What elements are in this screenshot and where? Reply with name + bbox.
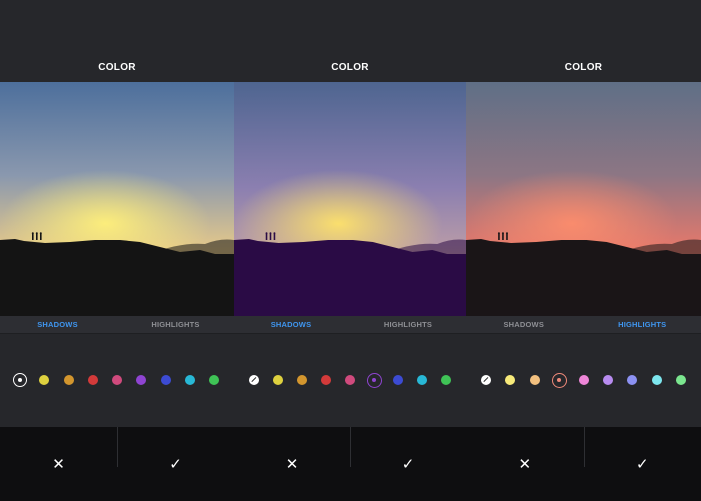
- confirm-button[interactable]: ✓: [117, 427, 234, 501]
- panel-header: COLOR: [234, 0, 466, 82]
- swatch-dot: [18, 378, 22, 382]
- color-swatch[interactable]: [184, 375, 195, 385]
- color-swatch[interactable]: [160, 375, 171, 385]
- slash-mark: [251, 377, 257, 383]
- tone-tabs: SHADOWS HIGHLIGHTS: [0, 316, 234, 333]
- sunset-photo: [0, 82, 234, 316]
- tab-highlights[interactable]: HIGHLIGHTS: [117, 316, 234, 333]
- color-swatch[interactable]: [39, 375, 50, 385]
- color-swatch[interactable]: [393, 375, 403, 385]
- color-swatch[interactable]: [63, 375, 74, 385]
- tab-shadows[interactable]: SHADOWS: [0, 316, 117, 333]
- color-swatch[interactable]: [345, 375, 355, 385]
- color-swatch[interactable]: [209, 375, 219, 385]
- confirm-button[interactable]: ✓: [350, 427, 466, 501]
- tab-shadows[interactable]: SHADOWS: [234, 316, 350, 333]
- color-swatch-row: [466, 334, 701, 427]
- color-swatch-selected[interactable]: [551, 372, 567, 388]
- color-swatch[interactable]: [651, 375, 662, 385]
- checkmark-icon: ✓: [169, 456, 182, 473]
- panel-title: COLOR: [331, 62, 369, 73]
- color-swatch[interactable]: [321, 375, 331, 385]
- color-swatch[interactable]: [112, 375, 122, 385]
- color-swatch[interactable]: [273, 375, 283, 385]
- panel-header: COLOR: [0, 0, 234, 82]
- photo-preview: [0, 82, 234, 316]
- color-swatch[interactable]: [297, 375, 307, 385]
- panel-title: COLOR: [564, 62, 603, 73]
- no-color-icon[interactable]: [249, 375, 259, 385]
- color-swatch[interactable]: [505, 375, 516, 385]
- color-swatch[interactable]: [136, 375, 147, 385]
- color-swatch[interactable]: [676, 375, 686, 385]
- color-swatch[interactable]: [441, 375, 451, 385]
- close-icon: ✕: [52, 456, 65, 473]
- action-bar: ✕ ✓: [0, 427, 234, 501]
- color-swatch[interactable]: [627, 375, 638, 385]
- color-panel-1: COLOR SHADOWS HIGHLIGHTS ✕ ✓: [0, 0, 234, 501]
- panel-header: COLOR: [466, 0, 701, 82]
- sunset-photo: [466, 82, 701, 316]
- color-swatch[interactable]: [602, 375, 613, 385]
- tab-highlights[interactable]: HIGHLIGHTS: [350, 316, 466, 333]
- checkmark-icon: ✓: [635, 456, 649, 473]
- color-panel-3: COLOR SHADOWS HIGHLIGHTS ✕ ✓: [466, 0, 701, 501]
- color-swatch[interactable]: [578, 375, 589, 385]
- swatch-dot: [557, 378, 562, 382]
- color-swatch[interactable]: [417, 375, 427, 385]
- tone-tabs: SHADOWS HIGHLIGHTS: [466, 316, 701, 333]
- color-swatch-selected[interactable]: [13, 373, 27, 387]
- action-bar: ✕ ✓: [466, 427, 701, 501]
- swatch-dot: [372, 378, 376, 382]
- photo-preview: [466, 82, 701, 316]
- color-panel-2: COLOR SHADOWS HIGHLIGHTS ✕ ✓: [234, 0, 466, 501]
- action-bar: ✕ ✓: [234, 427, 466, 501]
- close-icon: ✕: [518, 456, 532, 473]
- slash-mark: [483, 377, 489, 383]
- no-color-icon[interactable]: [481, 375, 491, 385]
- cancel-button[interactable]: ✕: [0, 427, 117, 501]
- checkmark-icon: ✓: [401, 456, 415, 473]
- color-swatch-selected[interactable]: [366, 372, 382, 388]
- color-swatch[interactable]: [529, 375, 540, 385]
- color-swatch[interactable]: [87, 375, 98, 385]
- tone-tabs: SHADOWS HIGHLIGHTS: [234, 316, 466, 333]
- close-icon: ✕: [285, 456, 299, 473]
- photo-preview: [234, 82, 466, 316]
- color-swatch-row: [234, 334, 466, 427]
- panel-title: COLOR: [98, 62, 136, 73]
- app-screen: COLOR SHADOWS HIGHLIGHTS ✕ ✓ COLOR SHADO…: [0, 0, 701, 501]
- tab-highlights[interactable]: HIGHLIGHTS: [584, 316, 701, 333]
- confirm-button[interactable]: ✓: [584, 427, 701, 501]
- color-swatch-row: [0, 334, 234, 427]
- tab-shadows[interactable]: SHADOWS: [466, 316, 584, 333]
- cancel-button[interactable]: ✕: [234, 427, 350, 501]
- sunset-photo: [234, 82, 466, 316]
- cancel-button[interactable]: ✕: [466, 427, 584, 501]
